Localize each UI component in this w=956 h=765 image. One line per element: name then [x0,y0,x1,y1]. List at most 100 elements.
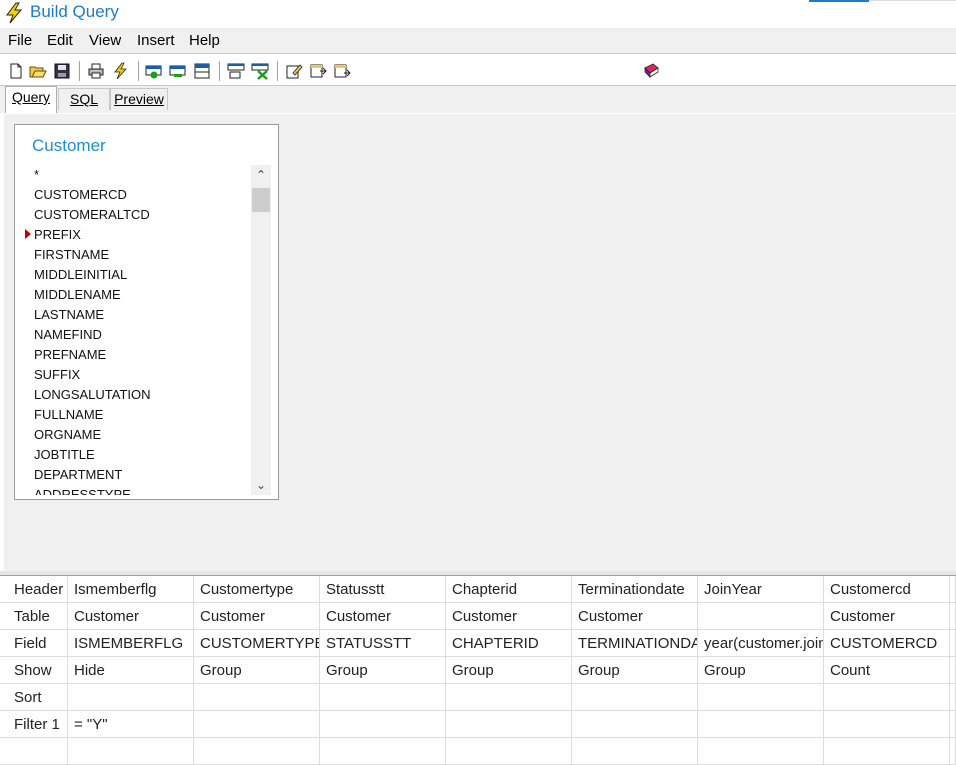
grid-cell-table[interactable]: Customer [824,603,950,630]
grid-cell-filter1[interactable] [320,711,446,738]
customer-table-box[interactable]: Customer * CUSTOMERCD CUSTOMERALTCD PREF… [14,124,279,500]
field-item[interactable]: CUSTOMERCD [34,187,127,202]
field-item[interactable]: * [34,167,39,182]
book-icon[interactable] [642,62,660,80]
grid-cell-header[interactable]: Chapterid [446,576,572,603]
menu-help[interactable]: Help [189,32,220,49]
menu-view[interactable]: View [89,32,121,49]
field-item[interactable]: LASTNAME [34,307,104,322]
grid-cell-filter2[interactable] [572,738,698,765]
field-item[interactable]: MIDDLEINITIAL [34,267,127,282]
grid-cell-sort[interactable] [68,684,194,711]
grid-cell-field[interactable]: CUSTOMERTYPE [194,630,320,657]
save-icon[interactable] [53,62,71,80]
grid-cell-table[interactable] [698,603,824,630]
grid-cell-filter1[interactable] [446,711,572,738]
grid-cell-field[interactable]: CUSTOMERCD [824,630,950,657]
grid-cell-show[interactable]: Group [320,657,446,684]
menu-file[interactable]: File [8,32,32,49]
grid-cell-show[interactable]: Count [824,657,950,684]
grid-cell-field[interactable]: ISMEMBERFLG [68,630,194,657]
grid-cell-show[interactable]: Group [446,657,572,684]
grid-cell-header[interactable] [950,576,956,603]
grid-cell-sort[interactable] [320,684,446,711]
grid-cell-table[interactable]: Customer [446,603,572,630]
grid-cell-header[interactable]: Terminationdate [572,576,698,603]
add-table-icon[interactable] [145,62,163,80]
grid-cell-sort[interactable] [194,684,320,711]
new-icon[interactable] [7,62,25,80]
grid-cell-table[interactable]: Customer [68,603,194,630]
grid-cell-sort[interactable] [950,684,956,711]
grid-cell-filter2[interactable] [698,738,824,765]
scroll-up-icon[interactable]: ⌃ [251,165,271,185]
field-item[interactable]: MIDDLENAME [34,287,121,302]
grid-cell-filter1[interactable] [698,711,824,738]
field-item[interactable]: ORGNAME [34,427,101,442]
grid-cell-sort[interactable] [824,684,950,711]
grid-cell-field[interactable] [950,630,956,657]
insert-column-icon[interactable] [309,62,327,80]
grid-cell-filter1[interactable] [950,711,956,738]
field-item[interactable]: PREFIX [34,227,81,242]
append-column-icon[interactable] [333,62,351,80]
grid-cell-show[interactable]: Hide [68,657,194,684]
grid-cell-filter2[interactable] [320,738,446,765]
grid-cell-filter2[interactable] [68,738,194,765]
grid-cell-field[interactable]: year(customer.joindate) [698,630,824,657]
grid-cell-filter2[interactable] [824,738,950,765]
grid-cell-show[interactable] [950,657,956,684]
field-item[interactable]: CUSTOMERALTCD [34,207,150,222]
grid-cell-header[interactable]: JoinYear [698,576,824,603]
field-item[interactable]: ADDRESSTYPE [34,487,131,495]
field-item[interactable]: FULLNAME [34,407,103,422]
grid-cell-table[interactable] [950,603,956,630]
field-item[interactable]: NAMEFIND [34,327,102,342]
field-item[interactable]: JOBTITLE [34,447,95,462]
field-list[interactable]: * CUSTOMERCD CUSTOMERALTCD PREFIX FIRSTN… [15,165,251,495]
menu-insert[interactable]: Insert [137,32,175,49]
grid-cell-table[interactable]: Customer [194,603,320,630]
field-list-scrollbar[interactable]: ⌃ ⌄ [251,165,271,495]
delete-join-icon[interactable] [251,62,269,80]
grid-cell-field[interactable]: STATUSSTT [320,630,446,657]
open-icon[interactable] [29,62,47,80]
grid-cell-header[interactable]: Ismemberflg [68,576,194,603]
grid-cell-field[interactable]: CHAPTERID [446,630,572,657]
print-icon[interactable] [87,62,105,80]
add-join-icon[interactable] [227,62,245,80]
tab-sql[interactable]: SQL [58,88,110,110]
grid-cell-filter2[interactable] [194,738,320,765]
field-item[interactable]: PREFNAME [34,347,106,362]
scroll-down-icon[interactable]: ⌄ [251,475,271,495]
menu-edit[interactable]: Edit [47,32,73,49]
grid-cell-sort[interactable] [698,684,824,711]
field-item[interactable]: DEPARTMENT [34,467,122,482]
grid-cell-header[interactable]: Customercd [824,576,950,603]
grid-cell-header[interactable]: Customertype [194,576,320,603]
table-props-icon[interactable] [193,62,211,80]
grid-cell-filter1[interactable] [572,711,698,738]
grid-cell-filter2[interactable] [446,738,572,765]
grid-cell-filter1[interactable] [194,711,320,738]
grid-cell-filter1[interactable] [824,711,950,738]
grid-cell-table[interactable]: Customer [320,603,446,630]
edit-icon[interactable] [285,62,303,80]
tab-preview[interactable]: Preview [110,88,168,110]
grid-cell-show[interactable]: Group [572,657,698,684]
grid-cell-filter1[interactable]: = "Y" [68,711,194,738]
grid-cell-sort[interactable] [572,684,698,711]
grid-cell-header[interactable]: Statusstt [320,576,446,603]
run-icon[interactable] [111,62,129,80]
grid-cell-show[interactable]: Group [194,657,320,684]
grid-cell-sort[interactable] [446,684,572,711]
remove-table-icon[interactable] [169,62,187,80]
grid-cell-show[interactable]: Group [698,657,824,684]
tab-query[interactable]: Query [5,86,57,113]
grid-cell-filter2[interactable] [950,738,956,765]
field-item[interactable]: FIRSTNAME [34,247,109,262]
field-item[interactable]: SUFFIX [34,367,80,382]
grid-cell-field[interactable]: TERMINATIONDATE [572,630,698,657]
field-item[interactable]: LONGSALUTATION [34,387,151,402]
scrollbar-thumb[interactable] [252,188,270,212]
